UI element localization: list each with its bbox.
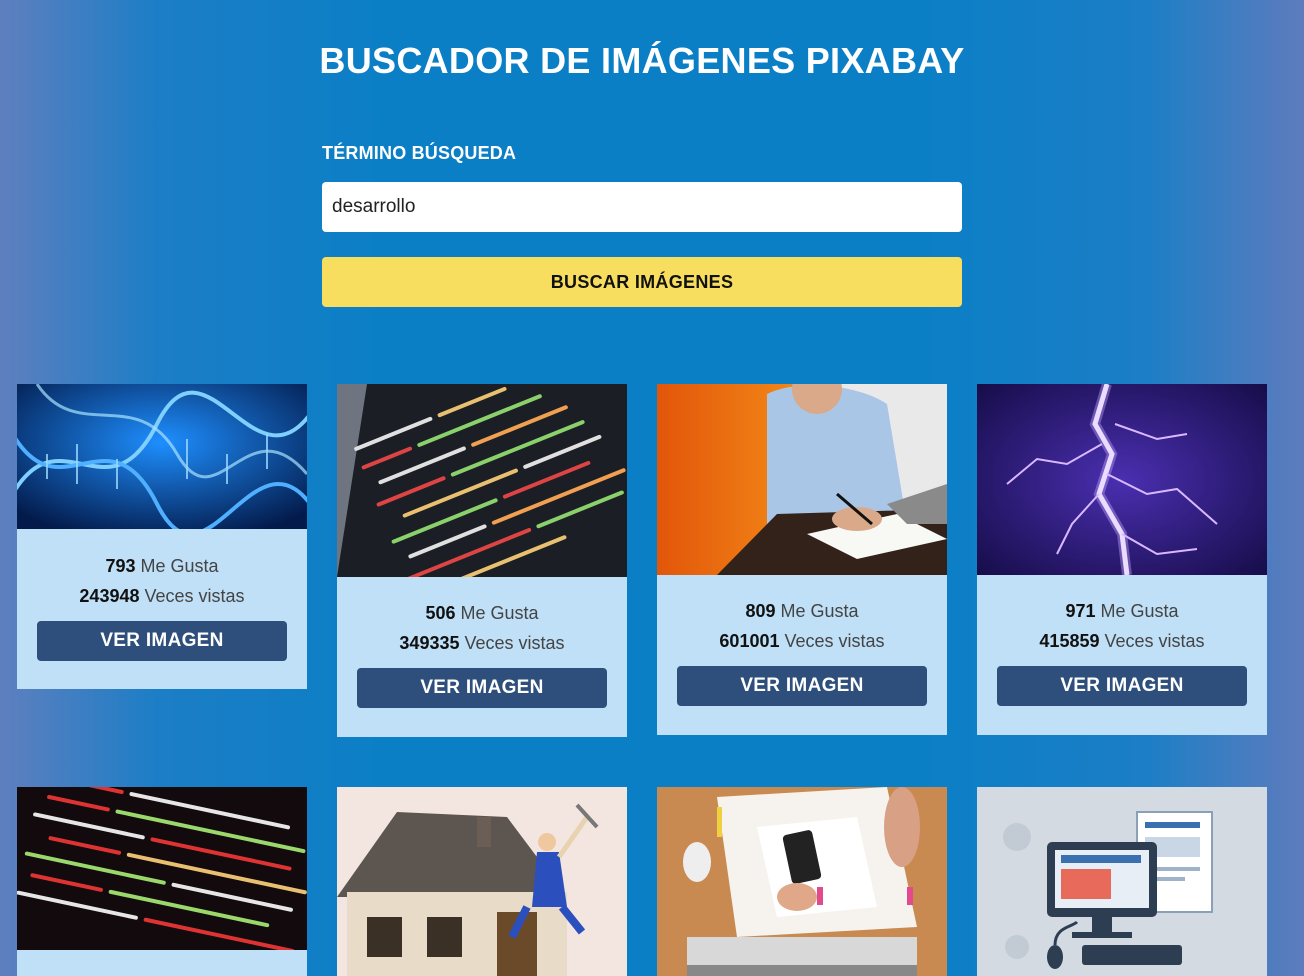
views-stat: 243948 Veces vistas	[17, 581, 307, 611]
likes-count: 793	[105, 556, 136, 576]
view-image-button[interactable]: VER IMAGEN	[997, 666, 1247, 706]
views-label: Veces vistas	[144, 586, 245, 606]
card-body: 506 Me Gusta 349335 Veces vistas VER IMA…	[337, 577, 627, 708]
views-label: Veces vistas	[464, 633, 565, 653]
image-card	[977, 787, 1267, 976]
card-body: 971 Me Gusta 415859 Veces vistas VER IMA…	[977, 575, 1267, 706]
card-body: 809 Me Gusta 601001 Veces vistas VER IMA…	[657, 575, 947, 706]
image-card: 506 Me Gusta 349335 Veces vistas VER IMA…	[337, 384, 627, 737]
card-body: 793 Me Gusta 243948 Veces vistas VER IMA…	[17, 529, 307, 661]
likes-label: Me Gusta	[780, 601, 859, 621]
likes-count: 971	[1065, 601, 1096, 621]
views-label: Veces vistas	[1104, 631, 1205, 651]
views-count: 601001	[719, 631, 780, 651]
code-screen-image	[337, 384, 627, 577]
desk-phone-papers-image	[657, 787, 947, 976]
view-image-button[interactable]: VER IMAGEN	[37, 621, 287, 661]
views-count: 415859	[1039, 631, 1100, 651]
views-stat: 415859 Veces vistas	[977, 626, 1267, 656]
views-count: 349335	[399, 633, 460, 653]
dna-helix-image	[17, 384, 307, 529]
likes-count: 809	[745, 601, 776, 621]
view-image-button[interactable]: VER IMAGEN	[677, 666, 927, 706]
image-card	[657, 787, 947, 976]
lightning-image	[977, 384, 1267, 575]
search-form: TÉRMINO BÚSQUEDA desarrollo BUSCAR IMÁGE…	[322, 143, 962, 307]
image-card: 809 Me Gusta 601001 Veces vistas VER IMA…	[657, 384, 947, 735]
views-stat: 601001 Veces vistas	[657, 626, 947, 656]
page-title: BUSCADOR DE IMÁGENES PIXABAY	[319, 40, 965, 81]
search-button[interactable]: BUSCAR IMÁGENES	[322, 257, 962, 307]
likes-stat: 971 Me Gusta	[977, 596, 1267, 626]
house-jumping-worker-image	[337, 787, 627, 976]
likes-stat: 793 Me Gusta	[17, 551, 307, 581]
likes-count: 506	[425, 603, 456, 623]
search-label: TÉRMINO BÚSQUEDA	[322, 143, 517, 163]
view-image-button[interactable]: VER IMAGEN	[357, 668, 607, 708]
likes-label: Me Gusta	[460, 603, 539, 623]
likes-label: Me Gusta	[140, 556, 219, 576]
image-card	[337, 787, 627, 976]
code-lines-image	[17, 787, 307, 950]
views-stat: 349335 Veces vistas	[337, 628, 627, 658]
image-card: 971 Me Gusta 415859 Veces vistas VER IMA…	[977, 384, 1267, 735]
computer-illustration-image	[977, 787, 1267, 976]
image-card: 793 Me Gusta 243948 Veces vistas VER IMA…	[17, 384, 307, 689]
views-label: Veces vistas	[784, 631, 885, 651]
likes-stat: 809 Me Gusta	[657, 596, 947, 626]
image-card	[17, 787, 307, 976]
search-input[interactable]: desarrollo	[322, 182, 962, 232]
likes-stat: 506 Me Gusta	[337, 598, 627, 628]
man-writing-laptop-image	[657, 384, 947, 575]
views-count: 243948	[79, 586, 140, 606]
likes-label: Me Gusta	[1100, 601, 1179, 621]
